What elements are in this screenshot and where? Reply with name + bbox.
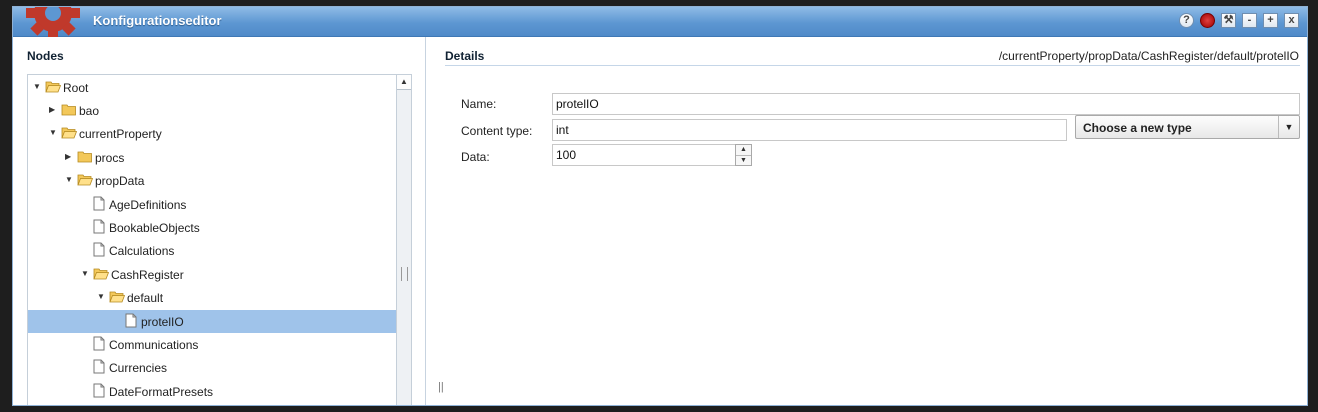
nodes-panel: Nodes ▼ Root ▶ bao ▼ currentProperty ▶ procs ▼ pr… — [13, 37, 426, 405]
tree-node-label: CashRegister — [111, 267, 184, 282]
file-icon — [125, 313, 137, 331]
tree-node[interactable]: ▶ bao — [28, 99, 397, 122]
help-icon[interactable]: ? — [1179, 13, 1194, 28]
expand-arrow-icon[interactable]: ▼ — [81, 269, 91, 279]
tree-node-label: protelIO — [141, 314, 184, 329]
tree-node[interactable]: Currencies — [28, 356, 397, 379]
collapse-arrow-icon[interactable]: ▶ — [65, 152, 75, 162]
content-type-label: Content type: — [461, 124, 533, 138]
stepper-up-icon[interactable]: ▲ — [736, 145, 751, 156]
node-path: /currentProperty/propData/CashRegister/d… — [998, 49, 1299, 63]
data-field[interactable]: 100 — [552, 144, 736, 166]
config-editor-window: Konfigurationseditor ? ⚒ - + x Nodes ▼ Root ▶ b… — [12, 6, 1308, 406]
tree-node[interactable]: ▼ Root — [28, 76, 397, 99]
tree-node-label: Calculations — [109, 244, 175, 259]
tree-node-label: BookableObjects — [109, 220, 200, 235]
window-title: Konfigurationseditor — [93, 13, 222, 28]
nodes-heading: Nodes — [27, 49, 64, 63]
tree-node-label: default — [127, 291, 164, 306]
collapse-arrow-icon[interactable]: ▶ — [49, 105, 59, 115]
file-icon — [93, 219, 105, 237]
tree-node[interactable]: ▼ currentProperty — [28, 122, 397, 145]
content-type-field[interactable]: int — [552, 119, 1067, 141]
tree-node-label: currentProperty — [79, 127, 162, 142]
scroll-thumb[interactable] — [401, 267, 408, 281]
name-label: Name: — [461, 97, 497, 111]
minimize-icon[interactable]: - — [1242, 13, 1257, 28]
tree-node-label: procs — [95, 150, 125, 165]
folder-open-icon — [93, 267, 110, 283]
expand-arrow-icon[interactable]: ▼ — [97, 292, 107, 302]
new-type-select-text: Choose a new type — [1083, 121, 1192, 135]
tree-node[interactable]: Communications — [28, 333, 397, 356]
bug-icon[interactable] — [1200, 13, 1215, 28]
tree-node[interactable]: BookableObjects — [28, 216, 397, 239]
expand-arrow-icon[interactable]: ▼ — [33, 82, 43, 92]
gear-logo-icon — [26, 7, 80, 40]
new-type-select[interactable]: Choose a new type ▼ — [1075, 115, 1300, 139]
tree-node-label: Communications — [109, 337, 199, 352]
file-icon — [93, 242, 105, 260]
file-icon — [93, 383, 105, 401]
expand-arrow-icon[interactable]: ▼ — [49, 128, 59, 138]
tree-node[interactable]: ▼ CashRegister — [28, 263, 397, 286]
stepper-down-icon[interactable]: ▼ — [736, 156, 751, 166]
wrench-icon[interactable]: ⚒ — [1221, 13, 1236, 28]
expand-arrow-icon[interactable]: ▼ — [65, 175, 75, 185]
tree-node[interactable]: ▼ default — [28, 286, 397, 309]
tree-node[interactable]: ▶ procs — [28, 146, 397, 169]
maximize-icon[interactable]: + — [1263, 13, 1278, 28]
tree-node[interactable]: ▼ propData — [28, 169, 397, 192]
folder-icon — [77, 150, 93, 166]
file-icon — [93, 196, 105, 214]
name-field[interactable]: protelIO — [552, 93, 1300, 115]
tree-node-label: Root — [63, 80, 89, 95]
node-tree[interactable]: ▼ Root ▶ bao ▼ currentProperty ▶ procs ▼ propData… — [27, 74, 398, 405]
tree-node-label: bao — [79, 103, 100, 118]
details-panel: Details /currentProperty/propData/CashRe… — [432, 37, 1307, 405]
tree-node[interactable]: protelIO — [28, 309, 397, 333]
file-icon — [93, 359, 105, 377]
file-icon — [93, 336, 105, 354]
title-bar[interactable]: Konfigurationseditor ? ⚒ - + x — [13, 7, 1307, 40]
tree-node-label: propData — [95, 174, 145, 189]
tree-node-label: Currencies — [109, 361, 168, 376]
details-divider — [445, 65, 1300, 66]
folder-open-icon — [45, 80, 62, 96]
folder-icon — [61, 103, 77, 119]
data-label: Data: — [461, 150, 490, 164]
tree-scrollbar[interactable]: ▲ — [396, 74, 412, 405]
folder-open-icon — [109, 290, 126, 306]
tree-node[interactable]: AgeDefinitions — [28, 193, 397, 216]
tree-node-label: DateFormatPresets — [109, 384, 214, 399]
folder-open-icon — [77, 173, 94, 189]
details-heading: Details — [445, 49, 485, 63]
data-stepper[interactable]: ▲ ▼ — [735, 144, 752, 166]
tree-node[interactable]: Calculations — [28, 239, 397, 262]
close-icon[interactable]: x — [1284, 13, 1299, 28]
folder-open-icon — [61, 126, 78, 142]
titlebar-buttons: ? ⚒ - + x — [1179, 13, 1299, 28]
tree-node[interactable]: DateFormatPresets — [28, 380, 397, 403]
scroll-up-icon[interactable]: ▲ — [397, 75, 411, 90]
chevron-down-icon[interactable]: ▼ — [1278, 116, 1299, 138]
tree-node-label: AgeDefinitions — [109, 197, 187, 212]
